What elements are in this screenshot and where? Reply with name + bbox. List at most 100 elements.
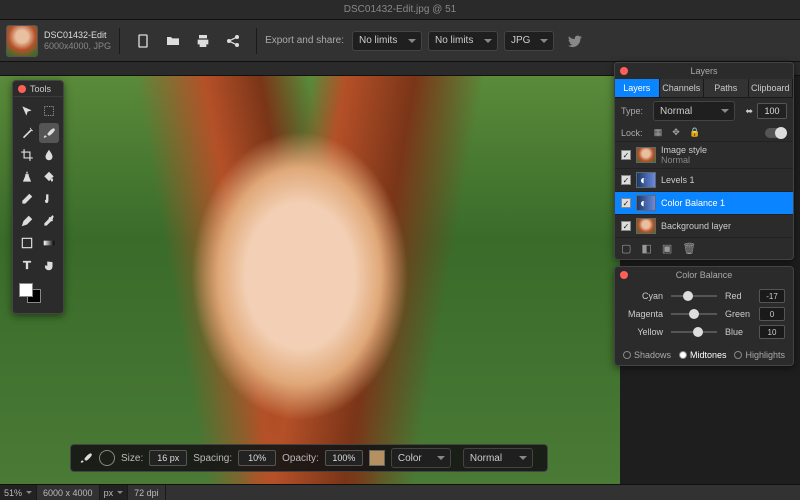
layer-name: Background layer xyxy=(661,221,731,231)
tab-clipboard[interactable]: Clipboard xyxy=(749,79,794,97)
cyan-red-slider[interactable] xyxy=(671,295,717,297)
crop-tool[interactable] xyxy=(17,145,37,165)
checkbox-icon[interactable]: ✓ xyxy=(621,198,631,208)
eraser-tool[interactable] xyxy=(17,189,37,209)
brush-preview[interactable] xyxy=(99,450,115,466)
red-label: Red xyxy=(725,291,755,301)
layer-name: Color Balance 1 xyxy=(661,198,725,208)
wand-tool[interactable] xyxy=(17,123,37,143)
close-icon[interactable] xyxy=(620,271,628,279)
layer-thumb xyxy=(636,195,656,211)
move-tool[interactable] xyxy=(17,101,37,121)
marquee-tool[interactable] xyxy=(39,101,59,121)
color-balance-title: Color Balance xyxy=(676,270,733,280)
blend-mode-dropdown[interactable]: Normal xyxy=(653,101,735,121)
visibility-toggle[interactable] xyxy=(765,128,787,138)
layer-name: Image style xyxy=(661,145,707,155)
layer-style-row[interactable]: ✓ Image style Normal xyxy=(615,141,793,168)
clone-tool[interactable] xyxy=(17,167,37,187)
fill-tool[interactable] xyxy=(39,167,59,187)
brush-spacing-input[interactable]: 10% xyxy=(238,450,276,466)
share-button[interactable] xyxy=(222,30,244,52)
smudge-tool[interactable] xyxy=(39,189,59,209)
window-titlebar: DSC01432-Edit.jpg @ 51 xyxy=(0,0,800,20)
document-thumbnail[interactable] xyxy=(6,25,38,57)
open-folder-button[interactable] xyxy=(162,30,184,52)
new-folder-icon[interactable]: ▢ xyxy=(621,242,631,255)
file-meta: 6000x4000, JPG xyxy=(44,41,111,52)
layer-thumb xyxy=(636,218,656,234)
foreground-color[interactable] xyxy=(19,283,33,297)
layers-panel-title: Layers xyxy=(690,66,717,76)
unit-dropdown[interactable]: px xyxy=(100,485,129,500)
brush-blend-dropdown[interactable]: Normal xyxy=(463,448,533,468)
file-info: DSC01432-Edit 6000x4000, JPG xyxy=(44,30,111,52)
layer-row[interactable]: ✓ Levels 1 xyxy=(615,168,793,191)
brush-icon xyxy=(79,451,93,465)
green-label: Green xyxy=(725,309,755,319)
color-balance-panel: Color Balance Cyan Red -17 Magenta Green… xyxy=(614,266,794,366)
lock-position-icon[interactable]: ✥ xyxy=(671,127,681,138)
new-doc-button[interactable] xyxy=(132,30,154,52)
tab-paths[interactable]: Paths xyxy=(704,79,749,97)
twitter-icon[interactable] xyxy=(564,30,586,52)
shadows-radio[interactable]: Shadows xyxy=(623,350,671,360)
export-label: Export and share: xyxy=(265,35,344,46)
zoom-dropdown[interactable]: 51% xyxy=(0,485,37,500)
magenta-green-slider[interactable] xyxy=(671,313,717,315)
export-format-dropdown[interactable]: JPG xyxy=(504,31,554,51)
link-icon[interactable]: ⬌ xyxy=(745,106,753,117)
layer-row[interactable]: ✓ Color Balance 1 xyxy=(615,191,793,214)
blur-tool[interactable] xyxy=(39,145,59,165)
photo-canvas[interactable] xyxy=(0,76,620,484)
lock-pixels-icon[interactable]: ▦ xyxy=(653,127,663,138)
export-quality-dropdown[interactable]: No limits xyxy=(428,31,498,51)
layer-thumb xyxy=(636,172,656,188)
layer-mode: Normal xyxy=(661,155,707,165)
layer-row[interactable]: ✓ Background layer xyxy=(615,214,793,237)
new-layer-icon[interactable]: ▣ xyxy=(662,242,672,255)
opacity-label: Opacity: xyxy=(282,453,319,464)
color-swatches[interactable] xyxy=(13,279,63,307)
hand-tool[interactable] xyxy=(39,255,59,275)
tab-channels[interactable]: Channels xyxy=(660,79,705,97)
eyedropper-tool[interactable] xyxy=(39,211,59,231)
close-icon[interactable] xyxy=(620,67,628,75)
brush-opacity-input[interactable]: 100% xyxy=(325,450,363,466)
magenta-green-value[interactable]: 0 xyxy=(759,307,785,321)
mask-icon[interactable]: ◧ xyxy=(641,242,651,255)
file-name: DSC01432-Edit xyxy=(44,30,111,41)
gradient-tool[interactable] xyxy=(39,233,59,253)
yellow-blue-slider[interactable] xyxy=(671,331,717,333)
brush-color-swatch[interactable] xyxy=(369,450,385,466)
brush-size-input[interactable]: 16 px xyxy=(149,450,187,466)
brush-color-dropdown[interactable]: Color xyxy=(391,448,451,468)
blue-label: Blue xyxy=(725,327,755,337)
print-button[interactable] xyxy=(192,30,214,52)
brush-options-bar: Size: 16 px Spacing: 10% Opacity: 100% C… xyxy=(70,444,548,472)
shape-tool[interactable] xyxy=(17,233,37,253)
highlights-radio[interactable]: Highlights xyxy=(734,350,785,360)
tab-layers[interactable]: Layers xyxy=(615,79,660,97)
layer-opacity-input[interactable]: 100 xyxy=(757,103,787,119)
brush-tool[interactable] xyxy=(39,123,59,143)
export-size-dropdown[interactable]: No limits xyxy=(352,31,422,51)
yellow-blue-value[interactable]: 10 xyxy=(759,325,785,339)
status-dimensions: 6000 x 4000 xyxy=(37,485,100,500)
checkbox-icon[interactable]: ✓ xyxy=(621,150,631,160)
cyan-label: Cyan xyxy=(623,291,663,301)
layer-thumb xyxy=(636,147,656,163)
layers-panel: Layers Layers Channels Paths Clipboard T… xyxy=(614,62,794,260)
text-tool[interactable] xyxy=(17,255,37,275)
magenta-label: Magenta xyxy=(623,309,663,319)
checkbox-icon[interactable]: ✓ xyxy=(621,221,631,231)
cyan-red-value[interactable]: -17 xyxy=(759,289,785,303)
delete-layer-icon[interactable]: 🗑 xyxy=(682,242,696,255)
pen-tool[interactable] xyxy=(17,211,37,231)
checkbox-icon[interactable]: ✓ xyxy=(621,175,631,185)
tools-title: Tools xyxy=(30,84,51,94)
midtones-radio[interactable]: Midtones xyxy=(679,350,727,360)
close-icon[interactable] xyxy=(18,85,26,93)
layer-name: Levels 1 xyxy=(661,175,695,185)
lock-all-icon[interactable]: 🔒 xyxy=(689,127,699,138)
